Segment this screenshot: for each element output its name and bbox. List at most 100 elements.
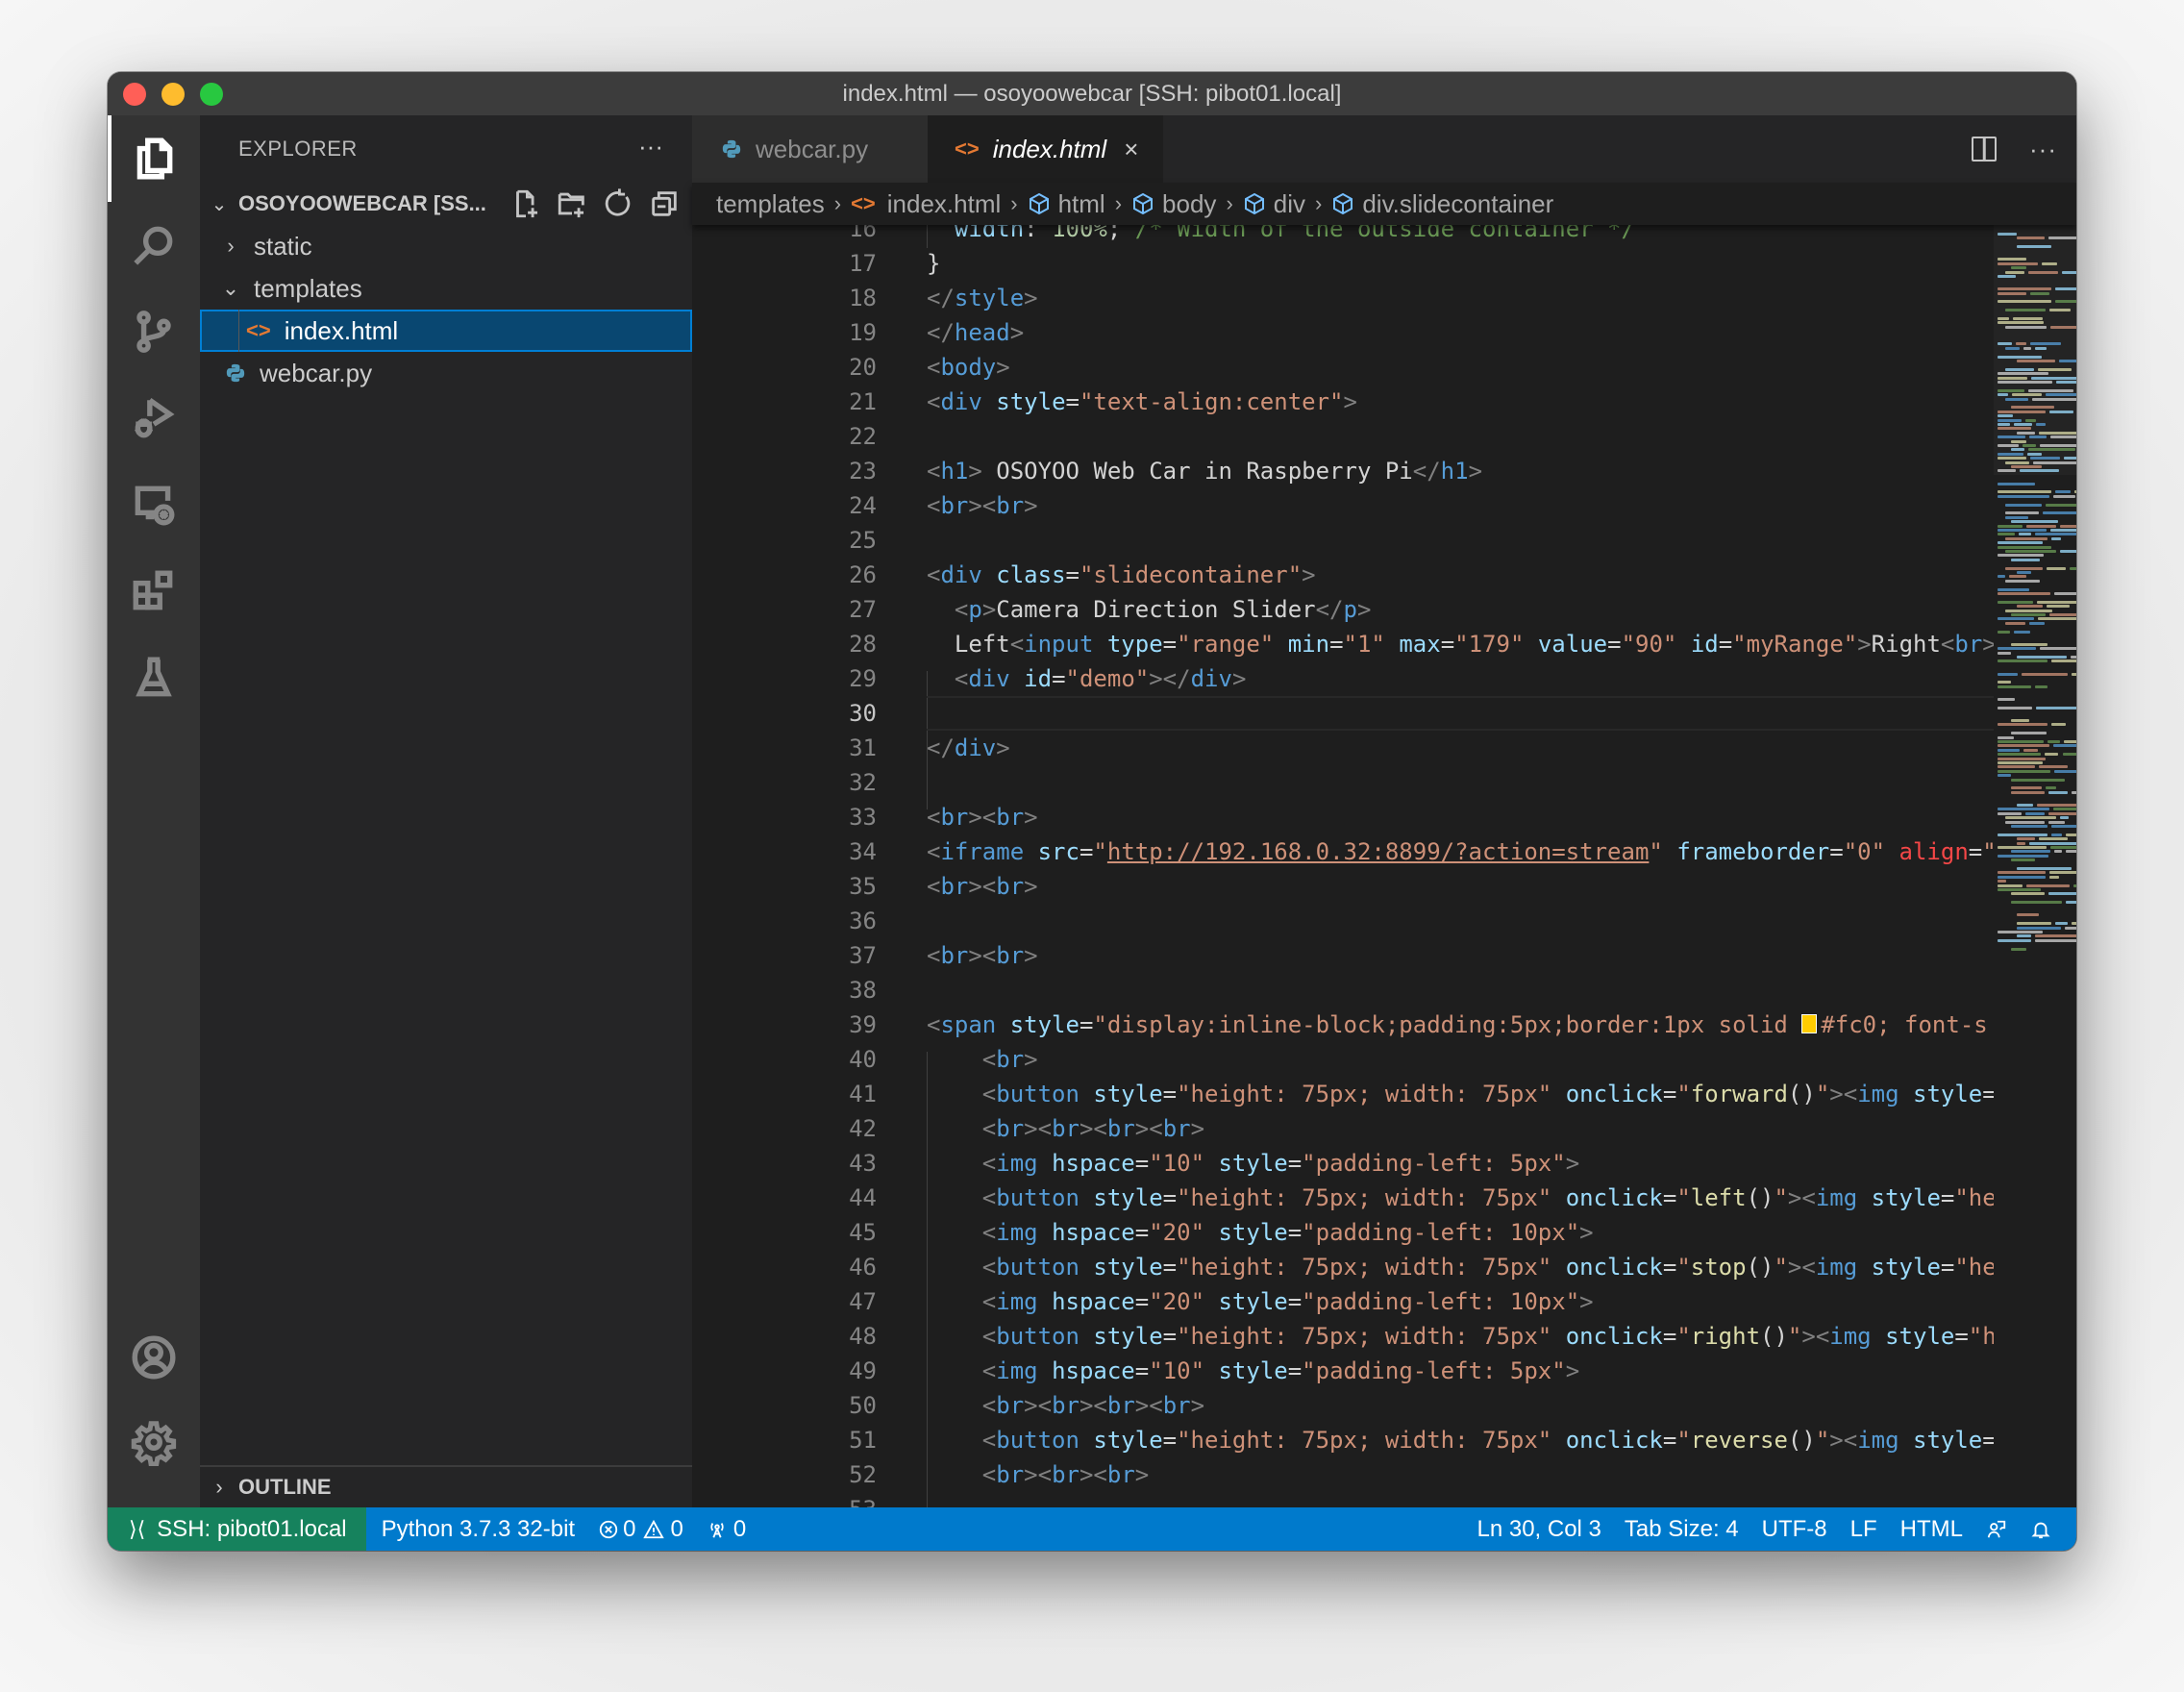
code-line[interactable]: 19 </head> xyxy=(692,315,1994,350)
code-line[interactable]: 46 <button style="height: 75px; width: 7… xyxy=(692,1250,1994,1284)
tab-index-html[interactable]: <> index.html × xyxy=(928,115,1163,183)
code-line[interactable]: 44 <button style="height: 75px; width: 7… xyxy=(692,1181,1994,1215)
breadcrumb-html[interactable]: html xyxy=(1028,189,1105,219)
breadcrumb-index-html[interactable]: <> index.html xyxy=(851,189,1001,219)
tab-webcar-py[interactable]: webcar.py xyxy=(692,115,928,183)
code-line[interactable]: 26 <div class="slidecontainer"> xyxy=(692,558,1994,592)
problems-indicator[interactable]: 0 0 xyxy=(586,1507,695,1551)
code-line[interactable]: 22 xyxy=(692,419,1994,454)
minimap-line xyxy=(1998,875,2047,879)
code-line[interactable]: 23 <h1> OSOYOO Web Car in Raspberry Pi</h… xyxy=(692,454,1994,488)
activity-accounts[interactable] xyxy=(108,1314,200,1401)
minimap-line xyxy=(1998,291,2026,295)
tree-item-templates[interactable]: ⌄ templates xyxy=(200,267,692,310)
activity-explorer[interactable] xyxy=(108,115,200,202)
bell-icon xyxy=(2031,1522,2050,1538)
code-line[interactable]: 49 <img hspace="10" style="padding-left:… xyxy=(692,1354,1994,1388)
code-line[interactable]: 37 <br><br> xyxy=(692,938,1994,973)
code-line[interactable]: 16 width: 100%; /* Width of the outside … xyxy=(692,225,1994,246)
code-line[interactable]: 25 xyxy=(692,523,1994,558)
code-line[interactable]: 34 <iframe src="http://192.168.0.32:8899/… xyxy=(692,834,1994,869)
activity-run-debug[interactable] xyxy=(108,375,200,461)
python-interpreter[interactable]: Python 3.7.3 32-bit xyxy=(366,1507,586,1551)
code-line[interactable]: 41 <button style="height: 75px; width: 7… xyxy=(692,1077,1994,1111)
new-folder-icon[interactable] xyxy=(556,187,588,220)
activity-testing[interactable] xyxy=(108,634,200,721)
minimap-line xyxy=(1998,592,2051,595)
collapse-all-icon[interactable] xyxy=(648,187,681,220)
code-line[interactable]: 38 xyxy=(692,973,1994,1008)
refresh-icon[interactable] xyxy=(602,187,634,220)
code-line[interactable]: 18 </style> xyxy=(692,281,1994,315)
close-window-button[interactable] xyxy=(123,83,146,106)
code-line[interactable]: 36 xyxy=(692,904,1994,938)
code-line[interactable]: 32 xyxy=(692,765,1994,800)
code-line[interactable]: 45 <img hspace="20" style="padding-left:… xyxy=(692,1215,1994,1250)
code-line[interactable]: 50 <br><br><br><br> xyxy=(692,1388,1994,1423)
minimap-line xyxy=(1998,275,2017,278)
code-line[interactable]: 30 xyxy=(692,696,1994,731)
minimize-window-button[interactable] xyxy=(161,83,185,106)
code-line[interactable]: 21 <div style="text-align:center"> xyxy=(692,385,1994,419)
minimap-line xyxy=(2036,423,2046,426)
code-line[interactable]: 48 <button style="height: 75px; width: 7… xyxy=(692,1319,1994,1354)
code-line[interactable]: 29 <div id="demo"></div> xyxy=(692,661,1994,696)
notifications-button[interactable] xyxy=(2019,1507,2063,1551)
breadcrumb-div[interactable]: div xyxy=(1243,189,1305,219)
breadcrumb-body[interactable]: body xyxy=(1131,189,1216,219)
tree-item-index-html[interactable]: <> index.html xyxy=(200,310,692,352)
code-editor[interactable]: 16 width: 100%; /* Width of the outside … xyxy=(692,225,1994,1507)
tab-size[interactable]: Tab Size: 4 xyxy=(1613,1507,1750,1551)
python-file-icon xyxy=(226,363,245,383)
feedback-button[interactable] xyxy=(1974,1507,2019,1551)
minimap-line xyxy=(2005,367,2034,371)
editor-more-actions-button[interactable]: ··· xyxy=(2029,135,2057,164)
code-line[interactable]: 33 <br><br> xyxy=(692,800,1994,834)
warning-icon xyxy=(643,1519,665,1538)
outline-section-header[interactable]: › OUTLINE xyxy=(200,1465,692,1507)
code-line[interactable]: 24 <br><br> xyxy=(692,488,1994,523)
code-line[interactable]: 31 </div> xyxy=(692,731,1994,765)
minimap-line xyxy=(2048,811,2076,815)
code-line[interactable]: 39 <span style="display:inline-block;padd… xyxy=(692,1008,1994,1042)
code-line[interactable]: 52 <br><br><br> xyxy=(692,1457,1994,1492)
ports-count: 0 xyxy=(732,1515,747,1542)
activity-remote-explorer[interactable] xyxy=(108,461,200,548)
language-mode[interactable]: HTML xyxy=(1889,1507,1974,1551)
code-line[interactable]: 51 <button style="height: 75px; width: 7… xyxy=(692,1423,1994,1457)
activity-manage[interactable] xyxy=(108,1399,200,1485)
encoding[interactable]: UTF-8 xyxy=(1750,1507,1839,1551)
tree-item-webcar-py[interactable]: webcar.py xyxy=(200,352,692,394)
code-line[interactable]: 42 <br><br><br><br> xyxy=(692,1111,1994,1146)
workspace-section-header[interactable]: ⌄ OSOYOOWEBCAR [SS... xyxy=(200,183,692,225)
code-line[interactable]: 53 xyxy=(692,1492,1994,1507)
new-file-icon[interactable] xyxy=(509,187,542,220)
code-line[interactable]: 35 <br><br> xyxy=(692,869,1994,904)
code-line[interactable]: 27 <p>Camera Direction Slider</p> xyxy=(692,592,1994,627)
activity-extensions[interactable] xyxy=(108,548,200,634)
maximize-window-button[interactable] xyxy=(200,83,223,106)
code-line[interactable]: 28 Left<input type="range" min="1" max="… xyxy=(692,627,1994,661)
sidebar-more-actions-button[interactable]: ··· xyxy=(638,115,663,183)
activity-search[interactable] xyxy=(108,202,200,288)
cursor-position[interactable]: Ln 30, Col 3 xyxy=(1465,1507,1612,1551)
python-file-icon xyxy=(722,139,741,159)
activity-source-control[interactable] xyxy=(108,288,200,375)
end-of-line[interactable]: LF xyxy=(1839,1507,1889,1551)
minimap-line xyxy=(2049,875,2059,879)
split-editor-icon[interactable] xyxy=(1972,137,1998,162)
breadcrumb-div-slidecontainer[interactable]: div.slidecontainer xyxy=(1331,189,1553,219)
breadcrumb-templates[interactable]: templates xyxy=(716,189,825,219)
status-bar: ⟩⟨ SSH: pibot01.local Python 3.7.3 32-bi… xyxy=(108,1507,2076,1551)
minimap-line xyxy=(1998,617,2034,621)
code-line[interactable]: 43 <img hspace="10" style="padding-left:… xyxy=(692,1146,1994,1181)
code-line[interactable]: 40 <br> xyxy=(692,1042,1994,1077)
remote-indicator[interactable]: ⟩⟨ SSH: pibot01.local xyxy=(108,1507,366,1551)
code-line[interactable]: 47 <img hspace="20" style="padding-left:… xyxy=(692,1284,1994,1319)
code-line[interactable]: 17} xyxy=(692,246,1994,281)
ports-indicator[interactable]: 0 xyxy=(695,1507,757,1551)
code-line[interactable]: 20 <body> xyxy=(692,350,1994,385)
close-tab-icon[interactable]: × xyxy=(1124,135,1138,164)
minimap[interactable] xyxy=(1994,225,2076,1507)
tree-item-static[interactable]: › static xyxy=(200,225,692,267)
